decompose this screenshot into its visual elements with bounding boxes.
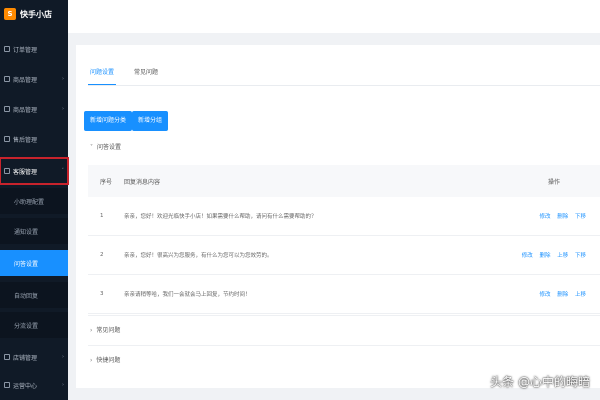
section-divider [88,345,600,346]
logo[interactable]: S 快手小店 [0,0,68,28]
move-up-link[interactable]: 上移 [557,253,568,259]
tab-common-questions[interactable]: 常见问题 [132,63,160,83]
sidebar-item-label: 小助理配置 [14,198,45,206]
sidebar-subitem-notify[interactable]: 通知设置 [0,218,68,244]
sidebar-item-operations[interactable]: 运营中心 › [0,372,68,398]
chevron-right-icon: › [62,382,64,388]
sidebar-item-label: 订单管理 [13,46,38,54]
table-header: 序号 回复消息内容 操作 [88,165,600,197]
section-common-questions[interactable]: › 常见问题 [90,325,120,334]
move-down-link[interactable]: 下移 [575,253,586,259]
sidebar: S 快手小店 订单管理 商品管理 › 商品管理 › 售后管理 客服管理 ˅ 小助… [0,0,69,400]
add-group-button[interactable]: 新增分组 [132,111,169,131]
sidebar-subitem-auto-reply[interactable]: 自动回复 [0,282,68,308]
sidebar-item-products-2[interactable]: 商品管理 › [0,96,68,122]
sidebar-subitem-routing[interactable]: 分流设置 [0,312,68,338]
chevron-right-icon: › [90,327,93,334]
product-icon [4,106,10,112]
section-divider [88,315,600,316]
delete-link[interactable]: 删除 [539,253,550,259]
section-title: 问答设置 [97,144,122,151]
chevron-down-icon: ˅ [61,168,65,174]
order-icon [4,46,10,52]
row-ops: 修改 删除 上移 下移 [517,251,586,259]
row-content: 亲亲，您好！欢迎光临快手小店！如果需要什么帮助，请问有什么需要帮助的？ [124,214,317,220]
sidebar-subitem-qa-settings[interactable]: 问答设置 [0,250,68,276]
headset-icon [4,168,10,174]
sidebar-item-store[interactable]: 店铺管理 › [0,344,68,370]
move-up-link[interactable]: 上移 [575,292,586,298]
tab-divider [88,85,600,86]
add-question-category-button[interactable]: 新增问题分类 [84,111,133,131]
delete-link[interactable]: 删除 [557,214,568,220]
move-down-link[interactable]: 下移 [575,214,586,220]
top-header [68,0,600,33]
section-title: 常见问题 [96,327,121,334]
sidebar-subitem-assistant[interactable]: 小助理配置 [0,188,68,214]
header-op: 操作 [547,178,560,186]
section-qa-settings[interactable]: ˅ 问答设置 [90,142,121,151]
table-row: 3 亲亲请稍等哈，我们一会就会马上回复，节约时间！ 修改 删除 上移 [88,275,600,314]
tab-bar: 问题设置 常见问题 [88,63,160,86]
sidebar-item-products[interactable]: 商品管理 › [0,66,68,92]
row-content: 亲亲，您好！很高兴为您服务，有什么为您可以为您效劳的。 [124,253,273,259]
chevron-right-icon: › [62,354,64,360]
sidebar-item-aftersale[interactable]: 售后管理 [0,126,68,152]
tab-question-settings[interactable]: 问题设置 [88,63,117,86]
watermark: 头条 @心中的晦暗 [490,375,590,389]
header-no: 序号 [100,178,113,186]
sidebar-item-label: 问答设置 [14,260,39,268]
kuaishou-logo-icon: S [4,8,16,20]
sidebar-item-label: 商品管理 [13,76,38,84]
row-ops: 修改 删除 下移 [534,212,586,220]
sidebar-item-label: 商品管理 [13,106,38,114]
table-row: 1 亲亲，您好！欢迎光临快手小店！如果需要什么帮助，请问有什么需要帮助的？ 修改… [88,197,600,236]
edit-link[interactable]: 修改 [522,253,533,259]
logo-text: 快手小店 [20,9,52,19]
row-no: 1 [100,213,104,219]
section-quick-questions[interactable]: › 快捷问题 [90,355,120,364]
aftersale-icon [4,136,10,142]
header-content: 回复消息内容 [124,178,161,186]
chevron-right-icon: › [90,357,93,364]
row-ops: 修改 删除 上移 [534,290,586,298]
product-icon [4,76,10,82]
sidebar-item-orders[interactable]: 订单管理 [0,36,68,62]
edit-link[interactable]: 修改 [539,214,550,220]
chevron-down-icon: ˅ [90,144,93,151]
table-row: 2 亲亲，您好！很高兴为您服务，有什么为您可以为您效劳的。 修改 删除 上移 下… [88,236,600,275]
chevron-right-icon: › [62,106,64,112]
section-title: 快捷问题 [96,357,121,364]
sidebar-item-label: 自动回复 [14,292,39,300]
sidebar-item-label: 运营中心 [13,382,38,390]
qa-table: 序号 回复消息内容 操作 1 亲亲，您好！欢迎光临快手小店！如果需要什么帮助，请… [88,165,600,314]
sidebar-item-label: 分流设置 [14,322,39,330]
row-no: 2 [100,252,104,258]
sidebar-item-label: 通知设置 [14,228,39,236]
chevron-right-icon: › [62,76,64,82]
delete-link[interactable]: 删除 [557,292,568,298]
edit-link[interactable]: 修改 [539,292,550,298]
sidebar-item-label: 售后管理 [13,136,38,144]
sidebar-item-label: 客服管理 [13,168,38,176]
operations-icon [4,382,10,388]
main-content-card: 问题设置 常见问题 新增问题分类 新增分组 ˅ 问答设置 序号 回复消息内容 操作… [76,45,600,388]
row-no: 3 [100,291,104,297]
row-content: 亲亲请稍等哈，我们一会就会马上回复，节约时间！ [124,292,251,298]
sidebar-item-label: 店铺管理 [13,354,38,362]
sidebar-item-customer-service[interactable]: 客服管理 ˅ [0,157,69,185]
store-icon [4,354,10,360]
